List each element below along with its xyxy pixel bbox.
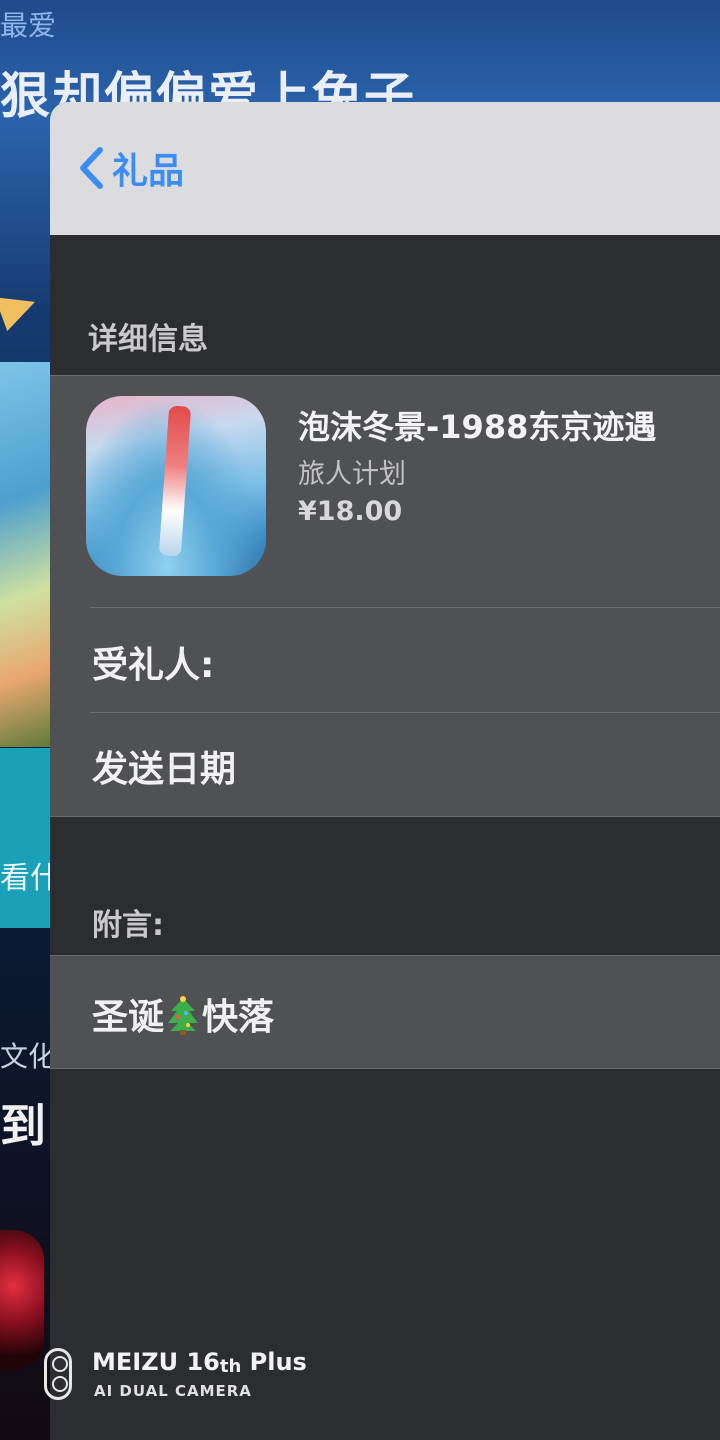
watermark-brand: MEIZU 16th Plus <box>92 1348 307 1377</box>
message-section-header: 附言: <box>92 908 164 943</box>
divider <box>90 607 720 608</box>
background-culture-text: 文化 <box>0 1040 57 1073</box>
message-field[interactable]: 圣诞 快落 <box>50 955 720 1069</box>
dual-camera-icon <box>44 1348 72 1400</box>
background-arrow-icon <box>0 284 42 332</box>
gift-sheet: 礼品 详细信息 受礼人: 发送日期 泡沫冬景-1988东京迹遇 旅人计划 ¥18… <box>50 102 720 1440</box>
app-price: ¥18.00 <box>298 496 403 527</box>
app-icon-figure <box>158 405 192 557</box>
watermark-brand-name: MEIZU 16 <box>92 1348 220 1376</box>
send-date-row[interactable]: 发送日期 <box>92 740 236 792</box>
message-text-end: 快落 <box>202 997 275 1038</box>
details-section-header: 详细信息 <box>88 322 208 357</box>
app-icon <box>86 396 266 576</box>
background-thumbnail <box>0 362 54 747</box>
message-text-start: 圣诞 <box>92 997 165 1038</box>
navigation-bar: 礼品 <box>50 102 720 235</box>
background-top-label: 最爱 <box>0 9 57 42</box>
christmas-tree-icon <box>166 995 200 1035</box>
message-text: 圣诞 快落 <box>92 988 274 1040</box>
app-name: 泡沫冬景-1988东京迹遇 <box>298 408 657 446</box>
watermark-brand-suffix: th <box>219 1356 242 1377</box>
divider <box>90 712 720 713</box>
chevron-left-icon <box>80 147 103 189</box>
back-button[interactable]: 礼品 <box>78 138 184 198</box>
background-car-image <box>0 1230 44 1370</box>
app-developer: 旅人计划 <box>298 459 406 490</box>
watermark-brand-model: Plus <box>249 1348 307 1376</box>
watermark-subtitle: AI DUAL CAMERA <box>94 1382 252 1400</box>
recipient-row[interactable]: 受礼人: <box>92 636 214 688</box>
back-button-label: 礼品 <box>112 151 185 192</box>
